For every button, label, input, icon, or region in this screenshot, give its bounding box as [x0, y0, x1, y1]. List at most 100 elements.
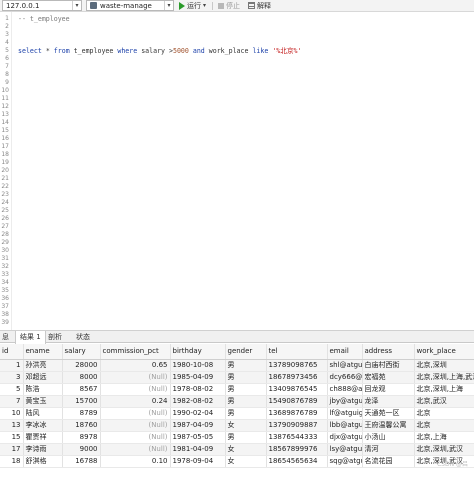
- cell-email[interactable]: shl@atgui: [327, 359, 363, 372]
- cell-ename[interactable]: 舒淇格: [23, 455, 63, 468]
- sql-statement[interactable]: select * from t_employee where salary >5…: [18, 47, 301, 55]
- cell-birthday[interactable]: 1981-04-09: [170, 443, 226, 456]
- column-header-id[interactable]: id: [0, 344, 24, 360]
- cell-email[interactable]: lsy@atgui: [327, 443, 363, 456]
- column-header-commission-pct[interactable]: commission_pct: [100, 344, 171, 360]
- cell-gender[interactable]: 女: [225, 443, 267, 456]
- cell-salary[interactable]: 8000: [62, 371, 101, 384]
- cell-gender[interactable]: 男: [225, 371, 267, 384]
- cell-birthday[interactable]: 1978-08-02: [170, 383, 226, 396]
- table-row[interactable]: 13 李冰冰 18760 (Null) 1987-04-09 女 13790909887 lb…: [0, 419, 474, 432]
- cell-commission-pct[interactable]: (Null): [100, 371, 171, 384]
- cell-ename[interactable]: 邓超远: [23, 371, 63, 384]
- cell-salary[interactable]: 8789: [62, 407, 101, 420]
- cell-tel[interactable]: 18678973456: [266, 371, 328, 384]
- table-row[interactable]: 3 邓超远 8000 (Null) 1985-04-09 男 18678973456 dcy6…: [0, 371, 474, 384]
- cell-tel[interactable]: 18654565634: [266, 455, 328, 468]
- cell-id[interactable]: 15: [0, 431, 24, 444]
- chevron-down-icon[interactable]: ▾: [72, 1, 81, 10]
- table-row[interactable]: 7 黄宝玉 15700 0.24 1982-08-02 男 15490876789 jby@a…: [0, 395, 474, 408]
- tab-status[interactable]: 状态: [72, 331, 94, 343]
- cell-tel[interactable]: 13789098765: [266, 359, 328, 372]
- cell-gender[interactable]: 男: [225, 359, 267, 372]
- cell-email[interactable]: sqg@atgui: [327, 455, 363, 468]
- cell-commission-pct[interactable]: (Null): [100, 419, 171, 432]
- cell-address[interactable]: 名流花园: [362, 455, 415, 468]
- cell-address[interactable]: 龙泽: [362, 395, 415, 408]
- tab-message[interactable]: 息: [0, 331, 13, 343]
- sql-editor[interactable]: 1 2 3 4 5 6 7 8 9 10 11 12 13 14 15 16 17 18 19 20 21 22 23 24 2…: [0, 12, 474, 330]
- column-header-tel[interactable]: tel: [266, 344, 328, 360]
- column-header-email[interactable]: email: [327, 344, 363, 360]
- cell-salary[interactable]: 28000: [62, 359, 101, 372]
- cell-tel[interactable]: 15490876789: [266, 395, 328, 408]
- cell-gender[interactable]: 女: [225, 455, 267, 468]
- cell-work-place[interactable]: 北京,深圳,武汉: [414, 443, 474, 456]
- cell-email[interactable]: dcy666@a: [327, 371, 363, 384]
- cell-tel[interactable]: 13790909887: [266, 419, 328, 432]
- cell-salary[interactable]: 9000: [62, 443, 101, 456]
- chevron-down-icon[interactable]: ▾: [164, 1, 173, 10]
- cell-work-place[interactable]: 北京,深圳,上海,武汉: [414, 371, 474, 384]
- column-header-work-place[interactable]: work_place: [414, 344, 474, 360]
- cell-gender[interactable]: 男: [225, 383, 267, 396]
- cell-tel[interactable]: 13409876545: [266, 383, 328, 396]
- cell-email[interactable]: ch888@at: [327, 383, 363, 396]
- cell-gender[interactable]: 女: [225, 419, 267, 432]
- tab-result-1[interactable]: 结果 1: [15, 331, 46, 344]
- cell-email[interactable]: djx@atgui: [327, 431, 363, 444]
- tab-profile[interactable]: 剖析: [44, 331, 66, 343]
- cell-commission-pct[interactable]: (Null): [100, 443, 171, 456]
- cell-ename[interactable]: 李诗雨: [23, 443, 63, 456]
- cell-address[interactable]: 宏福苑: [362, 371, 415, 384]
- cell-salary[interactable]: 18760: [62, 419, 101, 432]
- column-header-birthday[interactable]: birthday: [170, 344, 226, 360]
- cell-work-place[interactable]: 北京,上海: [414, 431, 474, 444]
- cell-commission-pct[interactable]: (Null): [100, 407, 171, 420]
- explain-button[interactable]: 解释: [248, 0, 271, 11]
- cell-salary[interactable]: 15700: [62, 395, 101, 408]
- table-row[interactable]: 1 孙洪亮 28000 0.65 1980-10-08 男 13789098765 shl@a…: [0, 359, 474, 372]
- cell-id[interactable]: 10: [0, 407, 24, 420]
- cell-birthday[interactable]: 1982-08-02: [170, 395, 226, 408]
- chevron-down-icon[interactable]: ▾: [203, 2, 206, 9]
- cell-ename[interactable]: 瞿贾祥: [23, 431, 63, 444]
- cell-work-place[interactable]: 北京,深圳,上海: [414, 383, 474, 396]
- cell-commission-pct[interactable]: (Null): [100, 383, 171, 396]
- cell-id[interactable]: 1: [0, 359, 24, 372]
- cell-gender[interactable]: 男: [225, 407, 267, 420]
- cell-id[interactable]: 18: [0, 455, 24, 468]
- cell-id[interactable]: 5: [0, 383, 24, 396]
- cell-address[interactable]: 天通苑一区: [362, 407, 415, 420]
- cell-birthday[interactable]: 1980-10-08: [170, 359, 226, 372]
- cell-id[interactable]: 13: [0, 419, 24, 432]
- cell-address[interactable]: 小汤山: [362, 431, 415, 444]
- cell-email[interactable]: lf@atguigu: [327, 407, 363, 420]
- cell-work-place[interactable]: 北京: [414, 419, 474, 432]
- stop-button[interactable]: 停止: [218, 0, 240, 11]
- database-select[interactable]: waste-manage ▾: [86, 0, 174, 11]
- cell-address[interactable]: 王府温馨公寓: [362, 419, 415, 432]
- column-header-ename[interactable]: ename: [23, 344, 63, 360]
- column-header-gender[interactable]: gender: [225, 344, 267, 360]
- table-row[interactable]: 15 瞿贾祥 8978 (Null) 1987-05-05 男 13876544333 djx…: [0, 431, 474, 444]
- cell-salary[interactable]: 8978: [62, 431, 101, 444]
- cell-commission-pct[interactable]: (Null): [100, 431, 171, 444]
- column-header-salary[interactable]: salary: [62, 344, 101, 360]
- run-button[interactable]: 运行 ▾: [179, 0, 206, 11]
- cell-birthday[interactable]: 1985-04-09: [170, 371, 226, 384]
- cell-id[interactable]: 7: [0, 395, 24, 408]
- cell-email[interactable]: lbb@atgui: [327, 419, 363, 432]
- cell-birthday[interactable]: 1978-09-04: [170, 455, 226, 468]
- cell-work-place[interactable]: 北京,武汉: [414, 395, 474, 408]
- cell-tel[interactable]: 18567899976: [266, 443, 328, 456]
- cell-gender[interactable]: 男: [225, 431, 267, 444]
- connection-select[interactable]: 127.0.0.1 ▾: [2, 0, 82, 11]
- cell-work-place[interactable]: 北京: [414, 407, 474, 420]
- cell-birthday[interactable]: 1990-02-04: [170, 407, 226, 420]
- cell-commission-pct[interactable]: 0.65: [100, 359, 171, 372]
- cell-tel[interactable]: 13876544333: [266, 431, 328, 444]
- table-row[interactable]: 10 陆风 8789 (Null) 1990-02-04 男 13689876789 lf@a…: [0, 407, 474, 420]
- cell-id[interactable]: 3: [0, 371, 24, 384]
- cell-work-place[interactable]: 北京,深圳: [414, 359, 474, 372]
